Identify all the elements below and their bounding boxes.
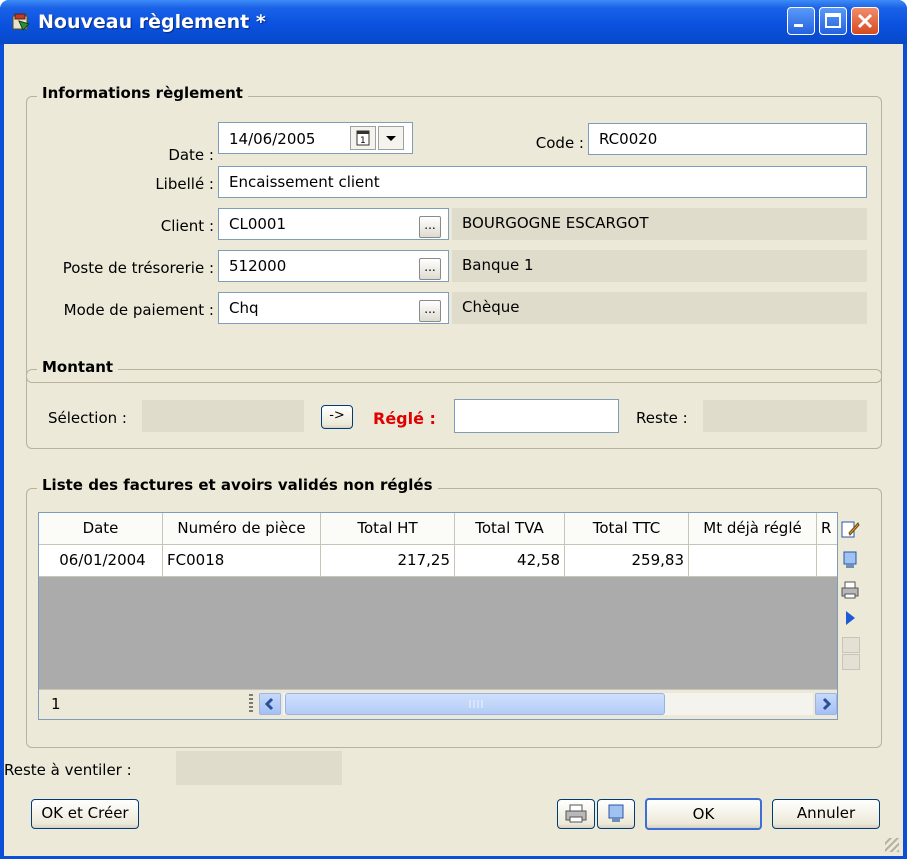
client-name-field: BOURGOGNE ESCARGOT <box>452 208 867 240</box>
dialog-client-area: Informations règlement Date : 14/06/2005… <box>4 44 903 856</box>
window-title: Nouveau règlement * <box>38 11 266 33</box>
client-name-value: BOURGOGNE ESCARGOT <box>462 214 649 232</box>
export-icon[interactable] <box>840 549 860 571</box>
libelle-value: Encaissement client <box>229 173 380 191</box>
side-scroll-down[interactable] <box>842 654 860 670</box>
table-cell-total-ht[interactable]: 217,25 <box>321 545 455 577</box>
info-group-title: Informations règlement <box>37 84 248 102</box>
title-bar[interactable]: Nouveau règlement * <box>0 0 907 44</box>
mode-code-value: Chq <box>229 299 259 317</box>
column-header-total-ht[interactable]: Total HT <box>321 513 455 545</box>
horizontal-scroll-track[interactable] <box>283 693 813 715</box>
code-value: RC0020 <box>599 130 658 148</box>
ok-creer-button[interactable]: OK et Créer <box>31 799 139 829</box>
column-header-r[interactable]: R <box>817 513 837 545</box>
transfer-arrow-button[interactable]: -> <box>321 405 353 429</box>
date-value: 14/06/2005 <box>229 130 316 148</box>
poste-code-field[interactable]: 512000 <box>218 250 449 282</box>
factures-group-title: Liste des factures et avoirs validés non… <box>37 476 438 494</box>
libelle-field[interactable]: Encaissement client <box>218 166 867 198</box>
poste-name-value: Banque 1 <box>462 256 534 274</box>
date-today-button[interactable]: 1 <box>350 126 376 150</box>
table-cell-date[interactable]: 06/01/2004 <box>39 545 163 577</box>
table-cell-total-ttc[interactable]: 259,83 <box>565 545 689 577</box>
mode-code-field[interactable]: Chq <box>218 292 449 324</box>
splitter-grip[interactable] <box>249 694 253 714</box>
column-header-piece[interactable]: Numéro de pièce <box>163 513 321 545</box>
reste-ventiler-field <box>176 751 342 785</box>
reste-ventiler-label: Reste à ventiler : <box>4 761 132 779</box>
poste-label: Poste de trésorerie : <box>62 259 214 277</box>
chevron-left-icon <box>264 697 274 711</box>
reste-field <box>703 400 867 432</box>
code-field[interactable]: RC0020 <box>588 123 867 155</box>
date-dropdown-button[interactable] <box>378 126 404 150</box>
client-lookup-button[interactable]: ... <box>419 216 441 238</box>
poste-lookup-button[interactable]: ... <box>419 258 441 280</box>
dialog-window: Nouveau règlement * Informations règleme… <box>0 0 907 859</box>
mode-name-field: Chèque <box>452 292 867 324</box>
column-header-deja-regle[interactable]: Mt déjà réglé <box>689 513 817 545</box>
maximize-icon <box>825 13 841 28</box>
close-button[interactable] <box>851 7 879 35</box>
horizontal-scroll-thumb[interactable] <box>285 693 665 715</box>
scroll-right-button[interactable] <box>815 693 837 715</box>
close-icon <box>857 13 873 29</box>
client-code-value: CL0001 <box>229 215 287 233</box>
printer-icon[interactable] <box>840 579 860 601</box>
column-header-total-ttc[interactable]: Total TTC <box>565 513 689 545</box>
regle-field[interactable] <box>454 399 619 433</box>
selection-label: Sélection : <box>48 409 127 427</box>
resize-grip[interactable] <box>885 838 899 852</box>
selection-field <box>142 400 304 432</box>
chevron-down-icon <box>386 136 396 141</box>
grip-icon <box>469 700 483 708</box>
scroll-left-button[interactable] <box>259 693 281 715</box>
maximize-button[interactable] <box>819 7 847 35</box>
mode-name-value: Chèque <box>462 298 520 316</box>
side-scroll-up[interactable] <box>842 637 860 653</box>
svg-text:1: 1 <box>360 136 366 146</box>
column-header-date[interactable]: Date <box>39 513 163 545</box>
calendar-icon: 1 <box>356 130 370 146</box>
edit-icon[interactable] <box>840 519 860 541</box>
annuler-button[interactable]: Annuler <box>772 799 880 829</box>
table-cell-r[interactable] <box>817 545 837 577</box>
row-count: 1 <box>51 695 61 713</box>
ok-button[interactable]: OK <box>645 798 762 830</box>
export-button[interactable] <box>597 799 635 829</box>
libelle-label: Libellé : <box>155 175 214 193</box>
payment-app-icon <box>12 13 30 31</box>
minimize-button[interactable] <box>787 7 815 35</box>
chevron-right-icon <box>822 697 832 711</box>
invoice-table: Date Numéro de pièce Total HT Total TVA … <box>38 512 838 720</box>
table-cell-total-tva[interactable]: 42,58 <box>455 545 565 577</box>
export-icon <box>608 804 624 822</box>
printer-icon <box>565 804 587 823</box>
table-cell-deja-regle[interactable] <box>689 545 817 577</box>
table-footer-bar: 1 <box>39 689 837 719</box>
print-button[interactable] <box>557 799 595 829</box>
client-code-field[interactable]: CL0001 <box>218 208 449 240</box>
regle-label: Réglé : <box>373 409 436 428</box>
play-arrow-icon[interactable] <box>840 607 860 629</box>
minimize-icon <box>794 24 803 27</box>
montant-group-title: Montant <box>37 358 119 376</box>
mode-label: Mode de paiement : <box>63 301 214 319</box>
date-label: Date : <box>168 146 214 164</box>
poste-name-field: Banque 1 <box>452 250 867 282</box>
poste-code-value: 512000 <box>229 257 287 275</box>
table-cell-piece[interactable]: FC0018 <box>163 545 321 577</box>
column-header-total-tva[interactable]: Total TVA <box>455 513 565 545</box>
client-label: Client : <box>160 217 214 235</box>
reste-label: Reste : <box>636 409 688 427</box>
code-label: Code : <box>535 134 584 152</box>
mode-lookup-button[interactable]: ... <box>419 300 441 322</box>
